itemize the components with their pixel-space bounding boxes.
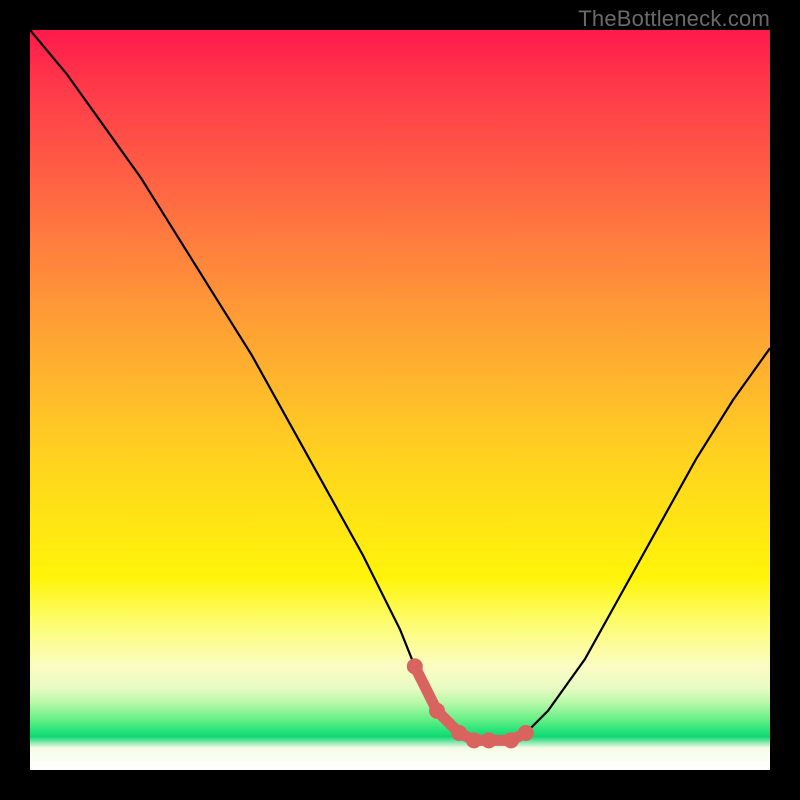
- marker-dot: [518, 725, 534, 741]
- plot-area: [30, 30, 770, 770]
- chart-frame: TheBottleneck.com: [0, 0, 800, 800]
- marker-dot: [481, 732, 497, 748]
- curve-layer: [30, 30, 770, 770]
- bottleneck-curve: [30, 30, 770, 740]
- marker-dot: [466, 732, 482, 748]
- highlighted-segment-line: [415, 666, 526, 740]
- highlighted-segment-dots: [407, 658, 534, 748]
- marker-dot: [451, 725, 467, 741]
- marker-dot: [407, 658, 423, 674]
- marker-dot: [503, 732, 519, 748]
- marker-dot: [429, 703, 445, 719]
- watermark-label: TheBottleneck.com: [578, 6, 770, 32]
